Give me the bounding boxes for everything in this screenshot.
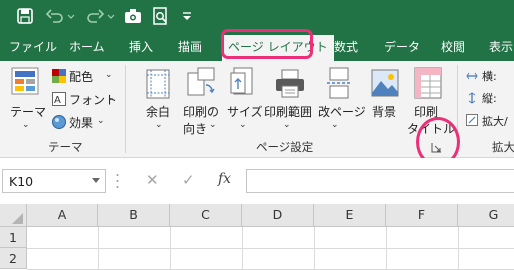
chevron-down-icon: ⌄ (105, 70, 113, 80)
column-header[interactable]: A (27, 204, 98, 227)
tab-review[interactable]: 校閲 (441, 33, 465, 61)
name-box-value: K10 (9, 174, 34, 189)
tab-home[interactable]: ホーム (69, 33, 105, 61)
spreadsheet-grid: A B C D E F G 1 2 (0, 204, 514, 270)
insert-function-icon[interactable]: fx (218, 171, 231, 187)
camera-icon[interactable] (124, 7, 142, 25)
column-header[interactable]: G (458, 204, 514, 227)
effects-icon (52, 115, 66, 129)
print-preview-icon[interactable] (152, 7, 170, 25)
formula-bar: K10 ✕ ✓ fx (0, 158, 514, 204)
size-icon (230, 67, 256, 99)
size-button[interactable]: サイズ (227, 103, 263, 120)
colors-icon (52, 69, 66, 83)
formula-actions: ✕ ✓ fx (130, 169, 242, 193)
tab-file[interactable]: ファイル (9, 33, 57, 61)
effects-button[interactable]: 効果 (69, 114, 93, 131)
chevron-down-icon: ⌄ (97, 116, 105, 126)
gridline (27, 248, 514, 249)
margins-button[interactable]: 余白 (146, 103, 170, 120)
print-area-button[interactable]: 印刷範囲 (264, 103, 312, 120)
print-titles-icon (414, 67, 442, 99)
chevron-down-icon: ⌄ (107, 93, 115, 103)
select-all-corner[interactable] (0, 204, 27, 227)
name-box[interactable]: K10 (2, 169, 106, 193)
splitter-handle[interactable] (116, 172, 119, 190)
row-header[interactable]: 2 (0, 248, 27, 269)
chevron-down-icon: ⌄ (209, 120, 217, 130)
customize-toolbar-icon[interactable] (181, 7, 193, 25)
background-icon (371, 69, 399, 97)
formula-input[interactable] (246, 169, 514, 193)
breaks-button[interactable]: 改ページ (318, 103, 366, 120)
orientation-button-line2[interactable]: 向き (183, 120, 207, 137)
background-button[interactable]: 背景 (372, 103, 396, 120)
orientation-button[interactable]: 印刷の (183, 103, 219, 120)
scale-icon (466, 114, 478, 126)
column-header[interactable]: C (170, 204, 242, 227)
colors-button[interactable]: 配色 (69, 68, 93, 85)
themes-button[interactable]: テーマ (10, 103, 46, 120)
group-label-themes: テーマ (48, 140, 83, 154)
undo-dropdown-icon[interactable] (66, 7, 76, 25)
group-label-page-setup: ページ設定 (256, 140, 314, 154)
height-label: 縦: (482, 92, 497, 105)
chevron-down-icon[interactable] (92, 178, 100, 184)
chevron-down-icon: ⌄ (22, 120, 30, 130)
column-header[interactable]: F (386, 204, 458, 227)
undo-icon[interactable] (45, 7, 64, 25)
highlight-annotation (221, 29, 313, 59)
redo-icon[interactable] (86, 7, 105, 25)
scale-label: 拡大/ (482, 115, 508, 128)
chevron-down-icon: ⌄ (155, 120, 163, 130)
chevron-down-icon: ⌄ (331, 120, 339, 130)
column-header[interactable]: E (314, 204, 386, 227)
tab-data[interactable]: データ (384, 33, 420, 61)
tab-view[interactable]: 表示 (489, 33, 513, 61)
tab-draw[interactable]: 描画 (178, 33, 202, 61)
column-header[interactable]: D (242, 204, 314, 227)
group-label-scale: 拡大 (492, 140, 514, 154)
tab-insert[interactable]: 挿入 (129, 33, 153, 61)
redo-dropdown-icon[interactable] (106, 7, 116, 25)
row-header[interactable]: 1 (0, 227, 27, 248)
width-icon (466, 70, 478, 82)
margins-icon (146, 69, 170, 99)
height-icon (466, 92, 478, 104)
enter-icon[interactable]: ✓ (182, 171, 195, 189)
width-label: 横: (482, 70, 497, 83)
chevron-down-icon: ⌄ (239, 120, 247, 130)
chevron-down-icon: ⌄ (283, 120, 291, 130)
tab-formulas[interactable]: 数式 (334, 33, 358, 61)
column-header[interactable]: B (98, 204, 170, 227)
breaks-icon (327, 67, 351, 99)
orientation-icon (186, 67, 216, 99)
group-divider (125, 65, 126, 153)
printer-icon (274, 69, 306, 99)
themes-icon[interactable] (10, 66, 42, 98)
autosave-icon[interactable] (16, 7, 34, 25)
svg-text:A: A (54, 95, 61, 106)
cancel-icon[interactable]: ✕ (146, 171, 159, 189)
fonts-icon: A (52, 92, 66, 106)
